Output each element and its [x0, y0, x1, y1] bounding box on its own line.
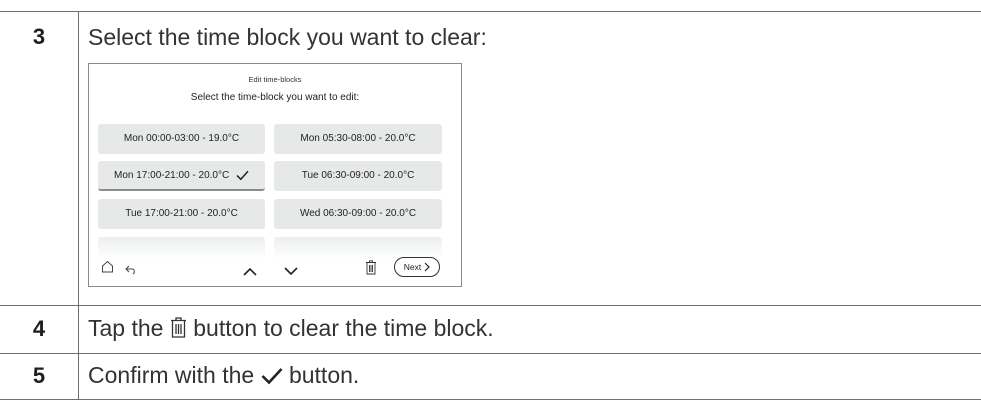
home-icon[interactable] [101, 260, 114, 278]
table-rule [0, 305, 981, 306]
chevron-up-icon[interactable] [243, 263, 257, 281]
step-text-before: Tap the [88, 315, 164, 341]
checkmark-icon [236, 164, 249, 194]
column-divider [78, 11, 79, 400]
time-block-label: Tue 06:30-09:00 - 20.0°C [301, 170, 415, 181]
step-number: 5 [32, 363, 46, 388]
time-block-button[interactable]: Wed 06:30-09:00 - 20.0°C [274, 199, 442, 229]
table-rule [0, 11, 981, 12]
chevron-down-icon[interactable] [284, 263, 298, 281]
time-block-partial[interactable] [98, 237, 265, 259]
time-block-button[interactable]: Tue 17:00-21:00 - 20.0°C [98, 199, 265, 229]
time-block-label: Mon 00:00-03:00 - 19.0°C [123, 133, 240, 144]
time-block-button[interactable]: Mon 00:00-03:00 - 19.0°C [98, 124, 265, 154]
next-label: Next [403, 262, 422, 272]
trash-icon[interactable] [365, 260, 377, 280]
time-block-button[interactable]: Tue 06:30-09:00 - 20.0°C [274, 161, 442, 191]
screen-title: Edit time-blocks [248, 75, 302, 84]
step-text-after: button to clear the time block. [193, 315, 494, 341]
time-block-button-selected[interactable]: Mon 17:00-21:00 - 20.0°C [98, 161, 265, 191]
trash-icon [170, 316, 187, 344]
checkmark-icon [261, 363, 283, 391]
step-number: 4 [32, 316, 46, 341]
back-icon[interactable] [125, 262, 137, 280]
step-text-after: button. [288, 362, 360, 388]
time-block-label: Mon 17:00-21:00 - 20.0°C [114, 170, 230, 181]
time-block-label: Tue 17:00-21:00 - 20.0°C [125, 208, 238, 219]
step-text: Confirm with the button. [88, 361, 359, 391]
chevron-right-icon [424, 260, 431, 278]
next-button[interactable]: Next [394, 257, 440, 277]
instruction-table: 3 Select the time block you want to clea… [0, 0, 981, 400]
screen-subtitle: Select the time-block you want to edit: [190, 92, 360, 103]
table-rule [0, 353, 981, 354]
step-number: 3 [32, 24, 46, 49]
time-block-partial[interactable] [274, 237, 442, 259]
step-text: Select the time block you want to clear: [88, 24, 487, 50]
device-screen: Edit time-blocks Select the time-block y… [88, 63, 462, 287]
step-text: Tap the button to clear the time block. [88, 314, 494, 344]
time-block-label: Mon 05:30-08:00 - 20.0°C [300, 133, 416, 144]
step-text-before: Confirm with the [88, 362, 255, 388]
time-block-label: Wed 06:30-09:00 - 20.0°C [299, 208, 417, 219]
time-block-button[interactable]: Mon 05:30-08:00 - 20.0°C [274, 124, 442, 154]
